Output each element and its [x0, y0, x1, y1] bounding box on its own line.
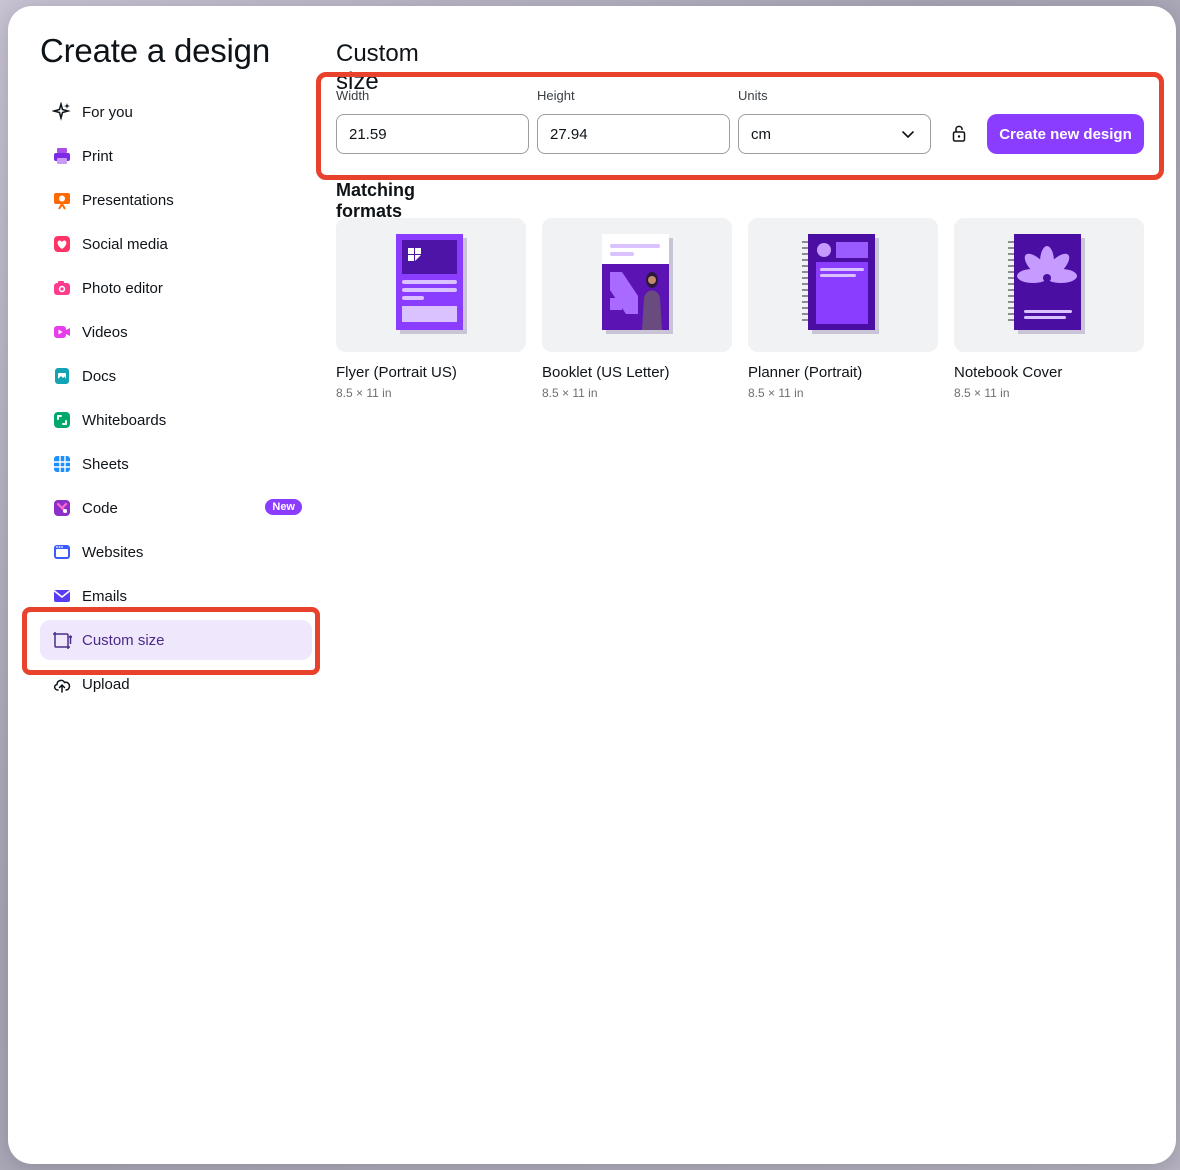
sidebar-item-label: Code [82, 499, 118, 517]
format-card-notebook-cover[interactable]: Notebook Cover 8.5 × 11 in [954, 218, 1144, 400]
sidebar-item-sheets[interactable]: Sheets [40, 444, 312, 484]
format-title: Notebook Cover [954, 364, 1063, 381]
create-new-design-button[interactable]: Create new design [987, 114, 1144, 154]
heart-icon [52, 234, 72, 254]
sidebar-nav: For you Print Presentations Social media… [40, 92, 312, 708]
sidebar-item-code[interactable]: Code New [40, 488, 312, 528]
upload-cloud-icon [52, 674, 72, 694]
height-label: Height [537, 88, 575, 103]
sidebar-item-label: For you [82, 103, 133, 121]
custom-size-icon [52, 630, 72, 650]
presentation-icon [52, 190, 72, 210]
format-size: 8.5 × 11 in [542, 386, 598, 400]
doc-icon [52, 366, 72, 386]
format-title: Booklet (US Letter) [542, 364, 670, 381]
format-size: 8.5 × 11 in [336, 386, 392, 400]
sidebar-item-label: Videos [82, 323, 128, 341]
create-design-modal: Create a design For you Print Presentati… [8, 6, 1176, 1164]
format-card-booklet[interactable]: Booklet (US Letter) 8.5 × 11 in [542, 218, 732, 400]
sparkle-icon [52, 102, 72, 122]
sidebar-item-label: Emails [82, 587, 128, 605]
new-badge: New [265, 499, 302, 515]
sidebar-item-label: Sheets [82, 455, 129, 473]
camera-icon [52, 278, 72, 298]
units-label: Units [738, 88, 768, 103]
sidebar-item-label: Presentations [82, 191, 174, 209]
website-icon [52, 542, 72, 562]
sidebar-item-docs[interactable]: Docs [40, 356, 312, 396]
sidebar-item-label: Print [82, 147, 113, 165]
sheet-icon [52, 454, 72, 474]
sidebar-item-custom-size[interactable]: Custom size [40, 620, 312, 660]
whiteboard-icon [52, 410, 72, 430]
sidebar-item-label: Whiteboards [82, 411, 167, 429]
units-value: cm [751, 125, 771, 143]
planner-thumbnail [748, 218, 938, 352]
width-label: Width [336, 88, 370, 103]
format-size: 8.5 × 11 in [954, 386, 1010, 400]
width-field[interactable]: 21.59 [336, 114, 529, 154]
booklet-thumbnail [542, 218, 732, 352]
sidebar-item-label: Custom size [82, 631, 165, 649]
format-card-planner[interactable]: Planner (Portrait) 8.5 × 11 in [748, 218, 938, 400]
sidebar-item-emails[interactable]: Emails [40, 576, 312, 616]
matching-formats-heading: Matching formats [336, 180, 415, 221]
notebook-thumbnail [954, 218, 1144, 352]
format-title: Flyer (Portrait US) [336, 364, 457, 381]
aspect-lock-icon[interactable] [951, 123, 967, 143]
sidebar-item-print[interactable]: Print [40, 136, 312, 176]
sidebar-item-label: Upload [82, 675, 130, 693]
sidebar-item-for-you[interactable]: For you [40, 92, 312, 132]
sidebar-item-upload[interactable]: Upload [40, 664, 312, 704]
sidebar-item-presentations[interactable]: Presentations [40, 180, 312, 220]
format-title: Planner (Portrait) [748, 364, 863, 381]
sidebar-item-label: Photo editor [82, 279, 163, 297]
sidebar-item-photo-editor[interactable]: Photo editor [40, 268, 312, 308]
sidebar-item-label: Social media [82, 235, 168, 253]
sidebar-item-videos[interactable]: Videos [40, 312, 312, 352]
code-icon [52, 498, 72, 518]
flyer-thumbnail [336, 218, 526, 352]
format-card-flyer[interactable]: Flyer (Portrait US) 8.5 × 11 in [336, 218, 526, 400]
height-field[interactable]: 27.94 [537, 114, 730, 154]
units-select[interactable]: cm [738, 114, 931, 154]
sidebar-item-whiteboards[interactable]: Whiteboards [40, 400, 312, 440]
chevron-down-icon [900, 126, 916, 146]
sidebar-item-label: Websites [82, 543, 144, 561]
format-size: 8.5 × 11 in [748, 386, 804, 400]
sidebar-item-websites[interactable]: Websites [40, 532, 312, 572]
video-icon [52, 322, 72, 342]
sidebar-item-social-media[interactable]: Social media [40, 224, 312, 264]
email-icon [52, 586, 72, 606]
page-title: Create a design [40, 32, 270, 69]
printer-icon [52, 146, 72, 166]
sidebar-item-label: Docs [82, 367, 117, 385]
